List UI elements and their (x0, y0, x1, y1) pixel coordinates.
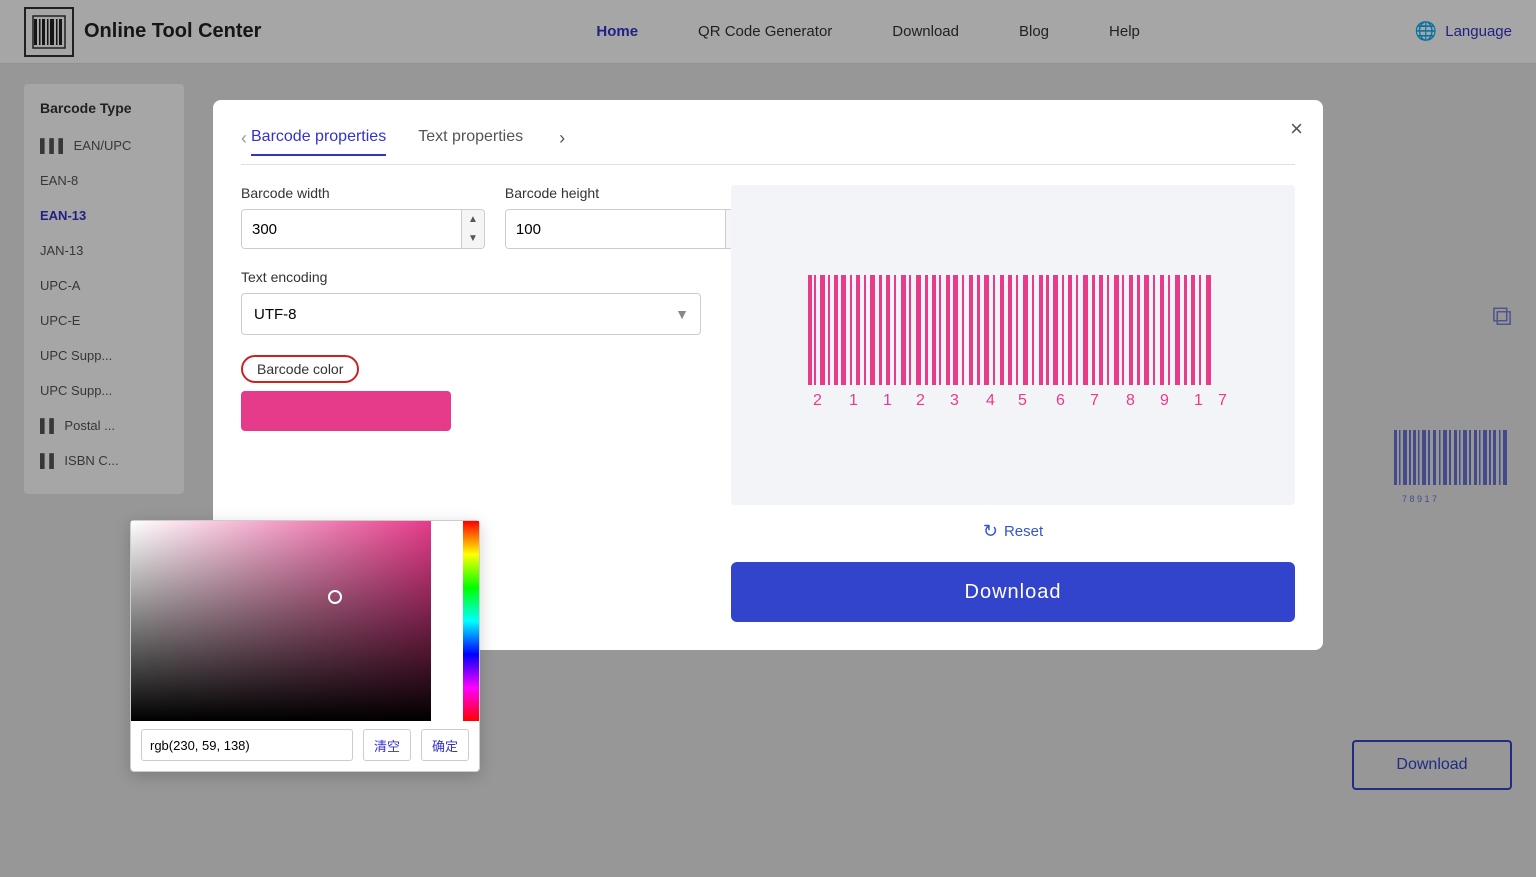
color-picker-dot (328, 590, 342, 604)
confirm-button[interactable]: 确定 (421, 729, 469, 761)
clear-button[interactable]: 清空 (363, 729, 411, 761)
height-input-wrap: ▲ ▼ (505, 209, 749, 249)
svg-text:3: 3 (950, 392, 959, 409)
encoding-select-wrap: UTF-8 ISO-8859-1 ASCII ▼ (241, 293, 701, 335)
barcode-preview: 2 1 1 2 3 4 5 6 7 8 9 1 7 (731, 185, 1295, 505)
rgb-input[interactable] (141, 729, 353, 761)
tab-text-properties[interactable]: Text properties (418, 120, 523, 156)
svg-text:9: 9 (1160, 392, 1169, 409)
width-spinners: ▲ ▼ (461, 210, 484, 248)
svg-text:2: 2 (813, 392, 822, 409)
svg-text:1: 1 (849, 392, 858, 409)
width-decrement[interactable]: ▼ (462, 229, 484, 248)
reset-label: Reset (1004, 523, 1043, 540)
width-input[interactable] (242, 210, 461, 248)
svg-text:5: 5 (1018, 392, 1027, 409)
tab-prev-arrow[interactable]: ‹ (241, 128, 247, 149)
svg-text:1: 1 (883, 392, 892, 409)
svg-text:6: 6 (1056, 392, 1065, 409)
barcode-preview-svg: 2 1 1 2 3 4 5 6 7 8 9 1 7 (788, 265, 1238, 425)
height-group: Barcode height ▲ ▼ (505, 185, 749, 249)
svg-text:8: 8 (1126, 392, 1135, 409)
color-hue-strip[interactable] (463, 521, 479, 721)
width-label: Barcode width (241, 185, 485, 201)
tab-next-arrow[interactable]: › (559, 128, 565, 149)
svg-text:2: 2 (916, 392, 925, 409)
svg-text:7: 7 (1090, 392, 1099, 409)
color-swatch[interactable] (241, 391, 451, 431)
modal-header: ‹ Barcode properties Text properties › × (213, 100, 1323, 156)
encoding-group: Text encoding UTF-8 ISO-8859-1 ASCII ▼ (241, 269, 701, 335)
svg-text:4: 4 (986, 392, 995, 409)
gradient-container (131, 521, 479, 721)
color-picker-popup: 清空 确定 (130, 520, 480, 772)
width-input-wrap: ▲ ▼ (241, 209, 485, 249)
encoding-select[interactable]: UTF-8 ISO-8859-1 ASCII (241, 293, 701, 335)
dimensions-row: Barcode width ▲ ▼ Barcode height (241, 185, 701, 249)
tab-barcode-properties[interactable]: Barcode properties (251, 120, 386, 156)
color-picker-bottom: 清空 确定 (131, 721, 479, 761)
reset-button[interactable]: ↻ Reset (983, 521, 1043, 542)
svg-text:1: 1 (1194, 392, 1203, 409)
download-button[interactable]: Download (731, 562, 1295, 622)
color-gradient[interactable] (131, 521, 431, 721)
barcode-color-label: Barcode color (241, 355, 359, 383)
reset-icon: ↻ (983, 521, 998, 542)
right-panel: 2 1 1 2 3 4 5 6 7 8 9 1 7 (731, 185, 1295, 622)
height-label: Barcode height (505, 185, 749, 201)
svg-text:7: 7 (1218, 392, 1227, 409)
color-group: Barcode color (241, 335, 701, 431)
encoding-label: Text encoding (241, 269, 701, 285)
width-group: Barcode width ▲ ▼ (241, 185, 485, 249)
close-button[interactable]: × (1290, 116, 1303, 142)
width-increment[interactable]: ▲ (462, 210, 484, 229)
height-input[interactable] (506, 210, 725, 248)
